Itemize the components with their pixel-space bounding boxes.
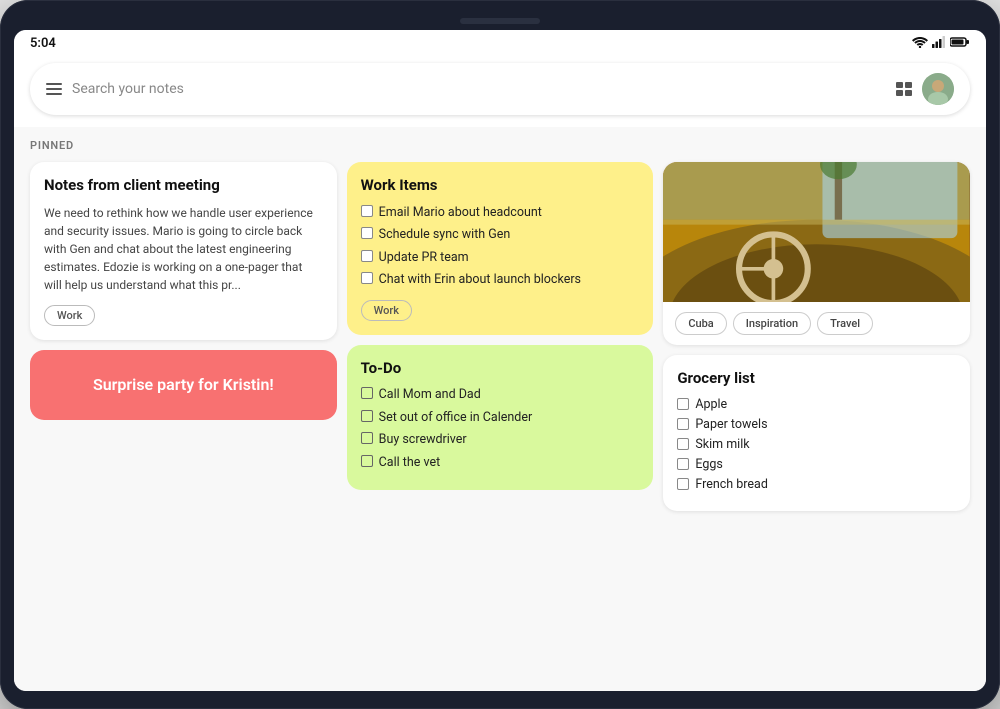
grocery-item-1-text: Apple [695, 397, 727, 412]
work-item-1: Email Mario about headcount [361, 204, 640, 222]
grocery-item-4-text: Eggs [695, 457, 722, 472]
work-item-2-text: Schedule sync with Gen [379, 226, 511, 244]
todo-item-4-text: Call the vet [379, 454, 441, 472]
grocery-checkbox-4[interactable] [677, 458, 689, 470]
work-item-4-text: Chat with Erin about launch blockers [379, 271, 581, 289]
grocery-checkbox-2[interactable] [677, 418, 689, 430]
grocery-item-2-text: Paper towels [695, 417, 767, 432]
photo-tags: Cuba Inspiration Travel [663, 302, 970, 345]
work-item-2: Schedule sync with Gen [361, 226, 640, 244]
grocery-item-1: Apple [677, 397, 956, 412]
left-column: Notes from client meeting We need to ret… [30, 162, 337, 420]
work-checkbox-1[interactable] [361, 205, 373, 217]
todo-title: To-Do [361, 359, 640, 379]
grocery-item-2: Paper towels [677, 417, 956, 432]
work-item-4: Chat with Erin about launch blockers [361, 271, 640, 289]
todo-checkbox-4[interactable] [361, 455, 373, 467]
status-icons [912, 36, 970, 51]
grid-view-icon[interactable] [896, 82, 912, 96]
grocery-list-card[interactable]: Grocery list Apple Paper towels [663, 355, 970, 511]
hamburger-icon[interactable] [46, 83, 62, 95]
work-item-3: Update PR team [361, 249, 640, 267]
grocery-item-3-text: Skim milk [695, 437, 749, 452]
notes-from-client-card[interactable]: Notes from client meeting We need to ret… [30, 162, 337, 340]
avatar[interactable] [922, 73, 954, 105]
photo-tag-inspiration[interactable]: Inspiration [733, 312, 811, 335]
surprise-party-card[interactable]: Surprise party for Kristin! [30, 350, 337, 420]
grocery-item-5: French bread [677, 477, 956, 492]
todo-item-2-text: Set out of office in Calender [379, 409, 533, 427]
work-items-card[interactable]: Work Items Email Mario about headcount S… [347, 162, 654, 335]
search-placeholder: Search your notes [72, 81, 886, 97]
grocery-list-title: Grocery list [677, 369, 956, 389]
grocery-list: Apple Paper towels Skim milk [677, 397, 956, 492]
right-column: Cuba Inspiration Travel Grocery list App… [663, 162, 970, 511]
todo-item-2: Set out of office in Calender [361, 409, 640, 427]
todo-card[interactable]: To-Do Call Mom and Dad Set out of office… [347, 345, 654, 491]
todo-checkbox-1[interactable] [361, 387, 373, 399]
cards-grid: Notes from client meeting We need to ret… [30, 162, 970, 511]
todo-item-1: Call Mom and Dad [361, 386, 640, 404]
notes-card-body: We need to rethink how we handle user ex… [44, 204, 323, 294]
middle-column: Work Items Email Mario about headcount S… [347, 162, 654, 490]
work-items-list: Email Mario about headcount Schedule syn… [361, 204, 640, 289]
work-items-title: Work Items [361, 176, 640, 196]
work-checkbox-4[interactable] [361, 272, 373, 284]
battery-icon [950, 36, 970, 51]
work-item-1-text: Email Mario about headcount [379, 204, 542, 222]
work-checkbox-2[interactable] [361, 227, 373, 239]
todo-item-3: Buy screwdriver [361, 431, 640, 449]
pinned-section-label: PINNED [30, 139, 970, 152]
tablet-screen: 5:04 [14, 30, 986, 691]
tablet-device: 5:04 [0, 0, 1000, 709]
todo-item-4: Call the vet [361, 454, 640, 472]
surprise-party-text: Surprise party for Kristin! [93, 375, 274, 394]
signal-icon [932, 36, 946, 51]
grocery-checkbox-3[interactable] [677, 438, 689, 450]
notes-card-title: Notes from client meeting [44, 176, 323, 196]
grocery-item-5-text: French bread [695, 477, 768, 492]
todo-item-3-text: Buy screwdriver [379, 431, 467, 449]
todo-checkbox-2[interactable] [361, 410, 373, 422]
grocery-item-3: Skim milk [677, 437, 956, 452]
work-item-3-text: Update PR team [379, 249, 469, 267]
todo-list: Call Mom and Dad Set out of office in Ca… [361, 386, 640, 471]
status-bar: 5:04 [14, 30, 986, 55]
grocery-checkbox-1[interactable] [677, 398, 689, 410]
grocery-item-4: Eggs [677, 457, 956, 472]
work-checkbox-3[interactable] [361, 250, 373, 262]
search-bar[interactable]: Search your notes [30, 63, 970, 115]
tablet-camera [460, 18, 540, 24]
work-items-tag[interactable]: Work [361, 300, 412, 321]
todo-checkbox-3[interactable] [361, 432, 373, 444]
todo-item-1-text: Call Mom and Dad [379, 386, 481, 404]
photo-tag-cuba[interactable]: Cuba [675, 312, 726, 335]
tablet-top-bar [14, 18, 986, 24]
status-time: 5:04 [30, 36, 56, 51]
wifi-icon [912, 36, 928, 51]
photo-image [663, 162, 970, 302]
photo-card[interactable]: Cuba Inspiration Travel [663, 162, 970, 345]
photo-tag-travel[interactable]: Travel [817, 312, 873, 335]
grocery-checkbox-5[interactable] [677, 478, 689, 490]
notes-card-tag[interactable]: Work [44, 305, 95, 326]
search-right-icons [896, 73, 954, 105]
main-content: PINNED Notes from client meeting We need… [14, 127, 986, 691]
search-bar-container: Search your notes [14, 55, 986, 127]
